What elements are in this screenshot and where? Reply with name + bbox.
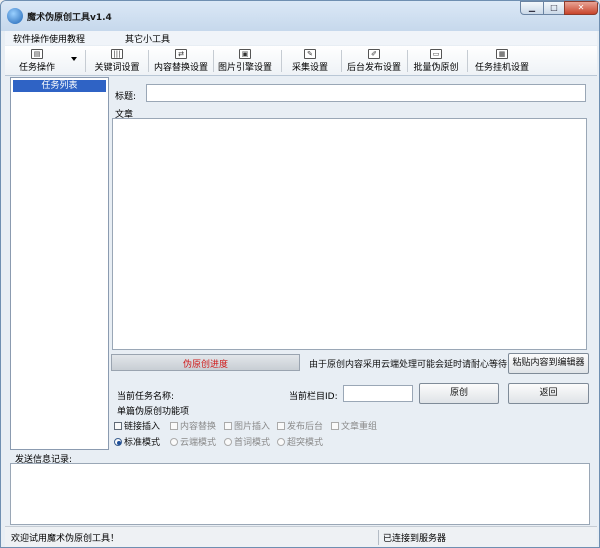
image-icon: ▣ (239, 49, 251, 59)
checkbox-link-insert[interactable]: 链接插入 (114, 419, 160, 432)
original-button[interactable]: 原创 (419, 383, 499, 404)
progress-label: 伪原创进度 (182, 360, 228, 370)
replace-icon: ⇄ (175, 49, 187, 59)
paste-to-editor-button[interactable]: 粘贴内容到编辑器 (508, 353, 589, 374)
checkbox-box (224, 422, 232, 430)
toolbar-label: 批量伪原创 (413, 63, 459, 73)
checkbox-label: 链接插入 (124, 422, 161, 432)
toolbar-separator (148, 50, 149, 72)
app-window: 魔术伪原创工具v1.4 ▁ □ ✕ 软件操作使用教程 其它小工具 ▤ 任务操作 … (0, 0, 600, 548)
checkbox-label: 发布后台 (287, 422, 324, 432)
app-logo-icon (7, 8, 23, 24)
toolbar-label: 采集设置 (291, 63, 328, 73)
checkbox-content-replace[interactable]: 内容替换 (170, 419, 216, 432)
minimize-button[interactable]: ▁ (520, 1, 544, 15)
options-group-title: 单篇伪原创功能项 (117, 407, 190, 417)
status-welcome: 欢迎试用魔术伪原创工具！ (11, 534, 120, 544)
keyword-icon: ||| (111, 49, 123, 59)
collect-icon: ✎ (304, 49, 316, 59)
title-bar: 魔术伪原创工具v1.4 ▁ □ ✕ (1, 1, 599, 31)
toolbar-label: 内容替换设置 (153, 63, 208, 73)
radio-first-word-mode[interactable]: 首词模式 (224, 435, 270, 448)
radio-label: 首词模式 (234, 438, 271, 448)
checkbox-box (114, 422, 122, 430)
log-textarea[interactable] (10, 463, 590, 525)
task-list-panel[interactable]: 任务列表 (10, 77, 109, 450)
close-button[interactable]: ✕ (564, 1, 598, 15)
title-input[interactable] (146, 84, 586, 102)
title-label: 标题: (115, 92, 137, 102)
toolbar: ▤ 任务操作 ||| 关键词设置 ⇄ 内容替换设置 ▣ 图片引擎设置 ✎ 采集设… (5, 46, 597, 76)
task-list-header[interactable]: 任务列表 (13, 80, 106, 92)
radio-super-mode[interactable]: 超突模式 (277, 435, 323, 448)
radio-label: 超突模式 (287, 438, 324, 448)
progress-bar: 伪原创进度 (111, 354, 300, 371)
window-title: 魔术伪原创工具v1.4 (27, 13, 112, 23)
toolbar-label: 任务操作 (18, 63, 55, 73)
checkbox-box (277, 422, 285, 430)
return-button[interactable]: 返回 (508, 383, 589, 404)
collect-settings-button[interactable]: ✎ 采集设置 (285, 46, 335, 76)
radio-dot (224, 438, 232, 446)
status-bar: 欢迎试用魔术伪原创工具！ 已连接到服务器 (5, 526, 597, 547)
toolbar-separator (85, 50, 86, 72)
current-column-label: 当前栏目ID: (289, 392, 338, 402)
radio-dot (170, 438, 178, 446)
maximize-button[interactable]: □ (543, 1, 565, 15)
menu-item-tools[interactable]: 其它小工具 (125, 32, 170, 45)
menu-item-tutorial[interactable]: 软件操作使用教程 (13, 32, 85, 45)
checkbox-image-insert[interactable]: 图片插入 (224, 419, 270, 432)
task-icon: ▤ (31, 49, 43, 59)
radio-label: 云端模式 (180, 438, 217, 448)
publish-icon: ✐ (368, 49, 380, 59)
checkbox-box (331, 422, 339, 430)
toolbar-label: 任务挂机设置 (474, 63, 529, 73)
toolbar-separator (467, 50, 468, 72)
column-id-input[interactable] (343, 385, 413, 402)
checkbox-box (170, 422, 178, 430)
checkbox-label: 内容替换 (180, 422, 217, 432)
publish-settings-button[interactable]: ✐ 后台发布设置 (343, 46, 405, 76)
chevron-down-icon[interactable] (71, 57, 77, 61)
hangup-settings-button[interactable]: ▦ 任务挂机设置 (471, 46, 533, 76)
toolbar-label: 图片引擎设置 (217, 63, 272, 73)
toolbar-separator (407, 50, 408, 72)
status-divider (378, 530, 379, 545)
checkbox-label: 图片插入 (234, 422, 271, 432)
batch-pseudo-button[interactable]: ▭ 批量伪原创 (409, 46, 463, 76)
folder-icon: ▭ (430, 49, 442, 59)
status-connection: 已连接到服务器 (383, 534, 447, 544)
task-operation-button[interactable]: ▤ 任务操作 (9, 46, 65, 76)
radio-label: 标准模式 (124, 438, 161, 448)
radio-dot (114, 438, 122, 446)
image-engine-button[interactable]: ▣ 图片引擎设置 (215, 46, 275, 76)
processing-notice: 由于原创内容采用云端处理可能会延时请耐心等待 (309, 360, 508, 370)
menu-bar: 软件操作使用教程 其它小工具 (5, 31, 597, 45)
radio-cloud-mode[interactable]: 云端模式 (170, 435, 216, 448)
toolbar-separator (213, 50, 214, 72)
checkbox-publish-backend[interactable]: 发布后台 (277, 419, 323, 432)
keyword-settings-button[interactable]: ||| 关键词设置 (89, 46, 145, 76)
radio-dot (277, 438, 285, 446)
article-textarea[interactable] (112, 118, 587, 350)
checkbox-label: 文章重组 (341, 422, 378, 432)
hangup-icon: ▦ (496, 49, 508, 59)
checkbox-article-restructure[interactable]: 文章重组 (331, 419, 377, 432)
toolbar-label: 关键词设置 (94, 63, 140, 73)
toolbar-separator (281, 50, 282, 72)
toolbar-separator (341, 50, 342, 72)
radio-standard-mode[interactable]: 标准模式 (114, 435, 160, 448)
toolbar-label: 后台发布设置 (346, 63, 401, 73)
current-task-label: 当前任务名称: (117, 392, 175, 402)
replace-settings-button[interactable]: ⇄ 内容替换设置 (151, 46, 211, 76)
